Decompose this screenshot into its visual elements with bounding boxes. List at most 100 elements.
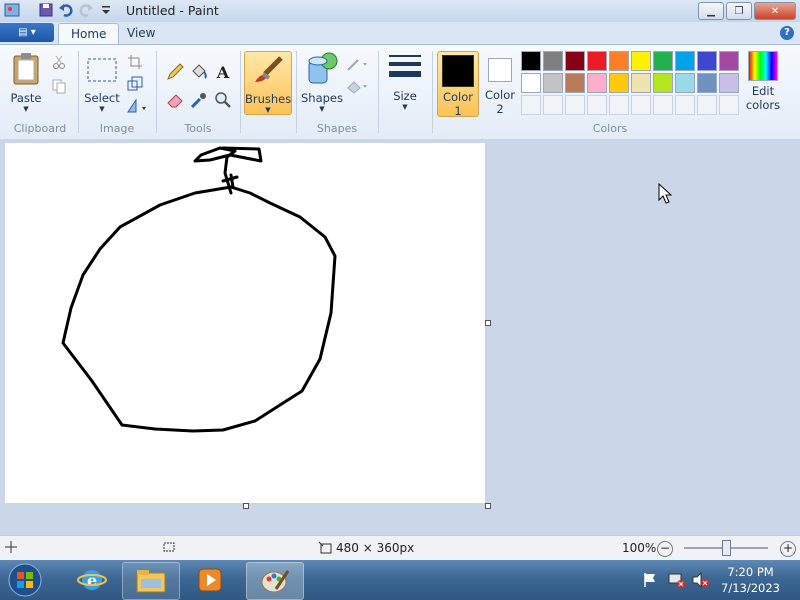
restore-icon: ❐: [734, 5, 744, 17]
edit-colors-label-line2: colors: [745, 98, 781, 112]
rotate-icon[interactable]: [126, 97, 148, 115]
palette-custom-color-slot[interactable]: [587, 95, 607, 115]
color1-button[interactable]: Color 1: [437, 51, 479, 118]
redo-icon[interactable]: [78, 2, 94, 18]
palette-color-swatch[interactable]: [675, 51, 695, 71]
palette-custom-color-slot[interactable]: [609, 95, 629, 115]
clipboard-group-label: Clipboard: [13, 122, 67, 135]
ribbon-separator: [432, 51, 433, 133]
pencil-icon[interactable]: [164, 61, 186, 83]
paste-button[interactable]: Paste ▼: [6, 51, 46, 113]
color2-label-line2: 2: [496, 102, 504, 116]
shapes-icon: [300, 51, 344, 88]
palette-custom-color-slot[interactable]: [719, 95, 739, 115]
palette-color-swatch[interactable]: [543, 51, 563, 71]
action-center-flag-icon[interactable]: [642, 572, 658, 591]
palette-custom-color-slot[interactable]: [565, 95, 585, 115]
zoom-in-button[interactable]: +: [780, 541, 796, 557]
palette-custom-color-slot[interactable]: [653, 95, 673, 115]
color1-label-line1: Color: [442, 90, 474, 104]
quick-access-toolbar: [4, 2, 114, 18]
restore-button[interactable]: ❐: [726, 2, 752, 20]
resize-handle-right[interactable]: [485, 320, 491, 326]
palette-color-swatch[interactable]: [631, 51, 651, 71]
shapes-button[interactable]: Shapes ▼: [300, 51, 344, 113]
resize-icon[interactable]: [126, 75, 144, 93]
canvas-drawing: [61, 146, 337, 433]
zoom-out-button[interactable]: −: [657, 541, 673, 557]
palette-color-swatch[interactable]: [543, 73, 563, 93]
taskbar-paint[interactable]: [246, 562, 304, 600]
brushes-button[interactable]: Brushes ▼: [244, 51, 292, 115]
cut-icon[interactable]: [50, 53, 68, 71]
palette-color-swatch[interactable]: [719, 73, 739, 93]
palette-color-swatch[interactable]: [521, 51, 541, 71]
network-icon[interactable]: [668, 572, 686, 591]
system-clock[interactable]: 7:20 PM 7/13/2023: [721, 564, 780, 596]
outline-icon[interactable]: [346, 55, 370, 73]
customize-toolbar-chevron-icon[interactable]: [98, 2, 114, 18]
copy-icon[interactable]: [50, 77, 68, 95]
magnifier-icon[interactable]: [212, 89, 234, 111]
palette-color-swatch[interactable]: [521, 73, 541, 93]
color2-button[interactable]: Color 2: [481, 51, 519, 116]
eraser-icon[interactable]: [164, 89, 186, 111]
color-palette: [521, 51, 743, 117]
tab-view[interactable]: View: [115, 23, 167, 44]
palette-color-swatch[interactable]: [587, 51, 607, 71]
line-width-icon: [384, 53, 426, 86]
edit-colors-button[interactable]: Edit colors: [744, 51, 782, 112]
paint-palette-icon: [261, 570, 290, 593]
resize-handle-bottom[interactable]: [243, 503, 249, 509]
palette-color-swatch[interactable]: [653, 51, 673, 71]
palette-custom-color-slot[interactable]: [521, 95, 541, 115]
zoom-slider-thumb[interactable]: [722, 540, 731, 556]
ribbon-separator: [240, 51, 241, 133]
palette-color-swatch[interactable]: [609, 73, 629, 93]
select-button[interactable]: Select ▼: [82, 57, 122, 113]
save-icon[interactable]: [38, 2, 54, 18]
status-bar: 480 × 360px 100% − +: [0, 535, 800, 561]
palette-color-swatch[interactable]: [653, 73, 673, 93]
edit-colors-label-line1: Edit: [751, 84, 775, 98]
clipboard-group: Paste ▼ Clipboard: [4, 47, 76, 137]
palette-color-swatch[interactable]: [631, 73, 651, 93]
taskbar-media-player[interactable]: [182, 562, 238, 598]
palette-color-swatch[interactable]: [697, 73, 717, 93]
selection-size-icon: [162, 541, 176, 556]
palette-color-swatch[interactable]: [565, 51, 585, 71]
image-group: Select ▼ Image: [80, 47, 154, 137]
paint-app-icon[interactable]: [4, 2, 20, 18]
start-button[interactable]: [6, 562, 44, 598]
text-tool-icon[interactable]: A: [212, 61, 234, 83]
paint-menu-button[interactable]: ▤ ▾: [0, 23, 54, 42]
size-button[interactable]: Size ▼: [384, 53, 426, 111]
taskbar-file-explorer[interactable]: [122, 562, 180, 600]
palette-custom-color-slot[interactable]: [697, 95, 717, 115]
palette-color-swatch[interactable]: [609, 51, 629, 71]
fill-bucket-icon[interactable]: [188, 61, 210, 83]
color-picker-icon[interactable]: [188, 89, 210, 111]
volume-muted-icon[interactable]: [692, 571, 710, 591]
crop-icon[interactable]: [126, 53, 144, 71]
palette-color-swatch[interactable]: [675, 73, 695, 93]
palette-color-swatch[interactable]: [719, 51, 739, 71]
palette-color-swatch[interactable]: [587, 73, 607, 93]
undo-icon[interactable]: [58, 2, 74, 18]
palette-custom-color-slot[interactable]: [543, 95, 563, 115]
drawing-canvas[interactable]: [5, 143, 485, 503]
minimize-icon: ▁: [707, 5, 715, 17]
palette-custom-color-slot[interactable]: [675, 95, 695, 115]
palette-custom-color-slot[interactable]: [631, 95, 651, 115]
resize-handle-corner[interactable]: [485, 503, 491, 509]
minimize-button[interactable]: ▁: [698, 2, 724, 20]
fill-icon[interactable]: [346, 77, 370, 95]
palette-color-swatch[interactable]: [565, 73, 585, 93]
taskbar-internet-explorer[interactable]: e: [64, 562, 120, 598]
image-group-label: Image: [99, 122, 135, 135]
title-bar: Untitled - Paint ▁ ❐ ✕: [0, 0, 800, 22]
close-button[interactable]: ✕: [754, 2, 796, 20]
palette-color-swatch[interactable]: [697, 51, 717, 71]
help-icon[interactable]: ?: [780, 26, 794, 40]
tab-home[interactable]: Home: [58, 23, 120, 45]
